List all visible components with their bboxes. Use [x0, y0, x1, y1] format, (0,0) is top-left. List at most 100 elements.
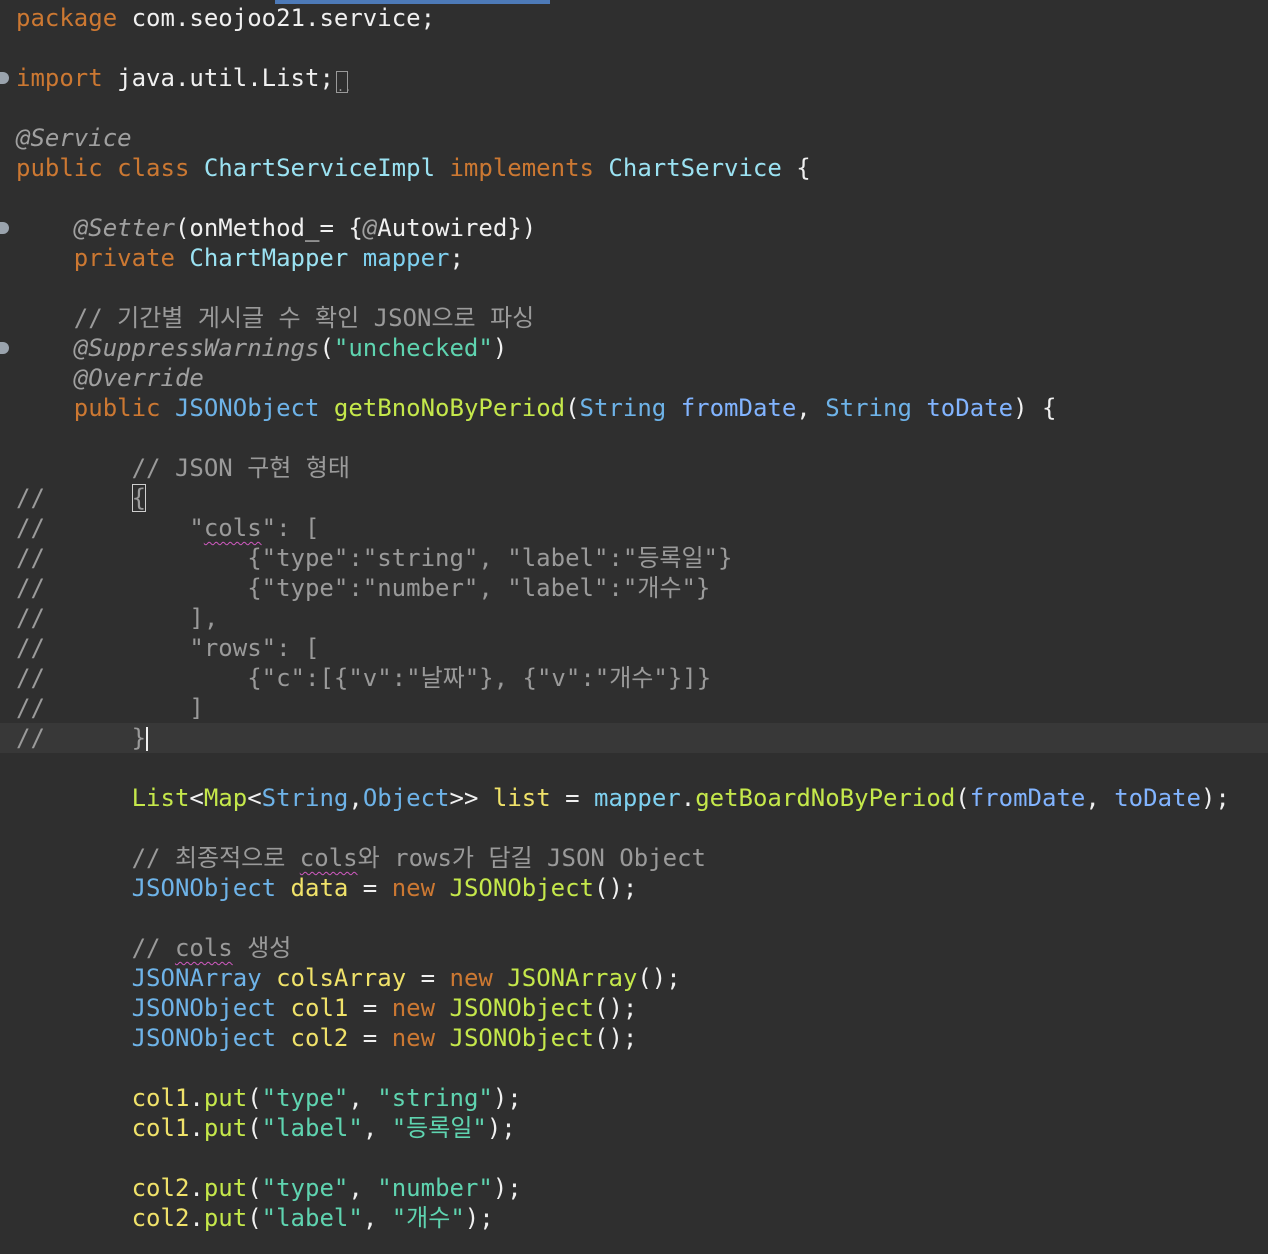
code-token: import [16, 64, 103, 92]
code-line[interactable]: // {"c":[{"v":"날짜"}, {"v":"개수"}]} [16, 663, 711, 693]
code-line[interactable]: // "cols": [ [16, 513, 319, 543]
code-token: . [189, 1084, 204, 1112]
code-line[interactable]: // JSON 구현 형태 [16, 453, 350, 483]
text-cursor [146, 727, 149, 751]
spellcheck-warning: cols [203, 514, 262, 542]
code-token: toDate [926, 394, 1014, 422]
code-token: String [579, 394, 667, 422]
code-token: ( [247, 1204, 262, 1232]
code-token: ) { [1013, 394, 1057, 422]
code-line[interactable]: col2.put("label", "개수"); [16, 1203, 494, 1233]
code-line[interactable]: JSONObject col1 = new JSONObject(); [16, 993, 638, 1023]
code-token: col1 [290, 994, 349, 1022]
code-token: . [680, 784, 696, 812]
code-line[interactable]: col2.put("type", "number"); [16, 1173, 522, 1203]
fold-expand-icon[interactable] [0, 72, 9, 84]
code-line[interactable]: import java.util.List;.. [16, 63, 351, 94]
code-token: ChartService [608, 154, 782, 182]
code-line[interactable]: // 기간별 게시글 수 확인 JSON으로 파싱 [16, 303, 534, 333]
code-line[interactable]: // "rows": [ [16, 633, 319, 663]
code-token: < [189, 784, 204, 812]
code-token: "label" [261, 1114, 363, 1142]
code-token: // 기간별 게시글 수 확인 JSON으로 파싱 [73, 304, 535, 332]
code-token: @SuppressWarnings [73, 334, 320, 362]
code-line[interactable]: // } [0, 723, 1268, 753]
code-token: JSONObject [131, 1024, 277, 1052]
code-line[interactable]: public JSONObject getBnoNoByPeriod(Strin… [16, 393, 1057, 423]
matching-bracket-highlight: { [131, 484, 147, 512]
code-token: ( [319, 334, 334, 362]
code-line[interactable]: JSONObject data = new JSONObject(); [16, 873, 638, 903]
code-line[interactable]: @Setter(onMethod_= {@Autowired}) [16, 213, 536, 243]
code-token: ) [492, 334, 508, 362]
code-token: Map [203, 784, 248, 812]
code-token: (); [637, 964, 681, 992]
code-token: col1 [131, 1114, 190, 1142]
code-token: // {"type":"string", "label":"등록일"} [16, 544, 733, 572]
fold-collapse-icon[interactable] [0, 222, 9, 234]
code-line[interactable]: JSONObject col2 = new JSONObject(); [16, 1023, 638, 1053]
code-token: put [203, 1084, 248, 1112]
code-token: "type" [261, 1084, 349, 1112]
code-line[interactable]: col1.put("type", "string"); [16, 1083, 522, 1113]
code-line[interactable]: // {"type":"string", "label":"등록일"} [16, 543, 732, 573]
code-token: , [348, 1084, 378, 1112]
code-line[interactable]: List<Map<String,Object>> list = mapper.g… [16, 783, 1230, 813]
code-token: // [131, 934, 175, 962]
code-token: "number" [377, 1174, 493, 1202]
code-line[interactable]: @Service [16, 123, 132, 153]
code-token: < [247, 784, 262, 812]
code-token: // " [16, 514, 204, 542]
code-token: >> [449, 784, 493, 812]
code-line[interactable]: // 최종적으로 cols와 rows가 담길 JSON Object [16, 843, 706, 873]
fold-collapse-icon[interactable] [0, 342, 9, 354]
spellcheck-warning: cols [299, 844, 358, 872]
code-line[interactable]: public class ChartServiceImpl implements… [16, 153, 811, 183]
code-token: col2 [131, 1204, 190, 1232]
code-line[interactable]: @Override [16, 363, 204, 393]
code-token: new [391, 1024, 450, 1052]
code-line[interactable]: // ], [16, 603, 218, 633]
code-token: , [348, 1174, 378, 1202]
code-token: package [16, 4, 118, 32]
code-token: implements [435, 154, 609, 182]
code-line[interactable]: JSONArray colsArray = new JSONArray(); [16, 963, 681, 993]
code-line[interactable]: // {"type":"number", "label":"개수"} [16, 573, 710, 603]
code-token: // {"type":"number", "label":"개수"} [16, 574, 711, 602]
code-token: ); [1200, 784, 1230, 812]
code-line[interactable]: @SuppressWarnings("unchecked") [16, 333, 508, 363]
code-token: java.util.List; [102, 64, 334, 92]
code-token: // [16, 484, 132, 512]
code-line[interactable]: package com.seojoo21.service; [16, 3, 435, 33]
code-token: // JSON 구현 형태 [131, 454, 350, 482]
code-editor[interactable]: package com.seojoo21.service; import java… [0, 0, 1268, 1254]
code-line[interactable]: col1.put("label", "등록일"); [16, 1113, 516, 1143]
code-line[interactable]: // { [16, 483, 147, 513]
code-line[interactable]: private ChartMapper mapper; [16, 243, 464, 273]
code-token: ( [247, 1174, 262, 1202]
code-token: ( [247, 1084, 262, 1112]
code-line[interactable]: // ] [16, 693, 204, 723]
code-token: @Service [16, 124, 132, 152]
code-token: = [550, 784, 595, 812]
code-token: = [406, 964, 450, 992]
code-line[interactable]: // cols 생성 [16, 933, 292, 963]
collapsed-imports-indicator[interactable]: .. [335, 71, 351, 94]
code-token: ; [449, 244, 464, 272]
code-token: new [391, 994, 450, 1022]
